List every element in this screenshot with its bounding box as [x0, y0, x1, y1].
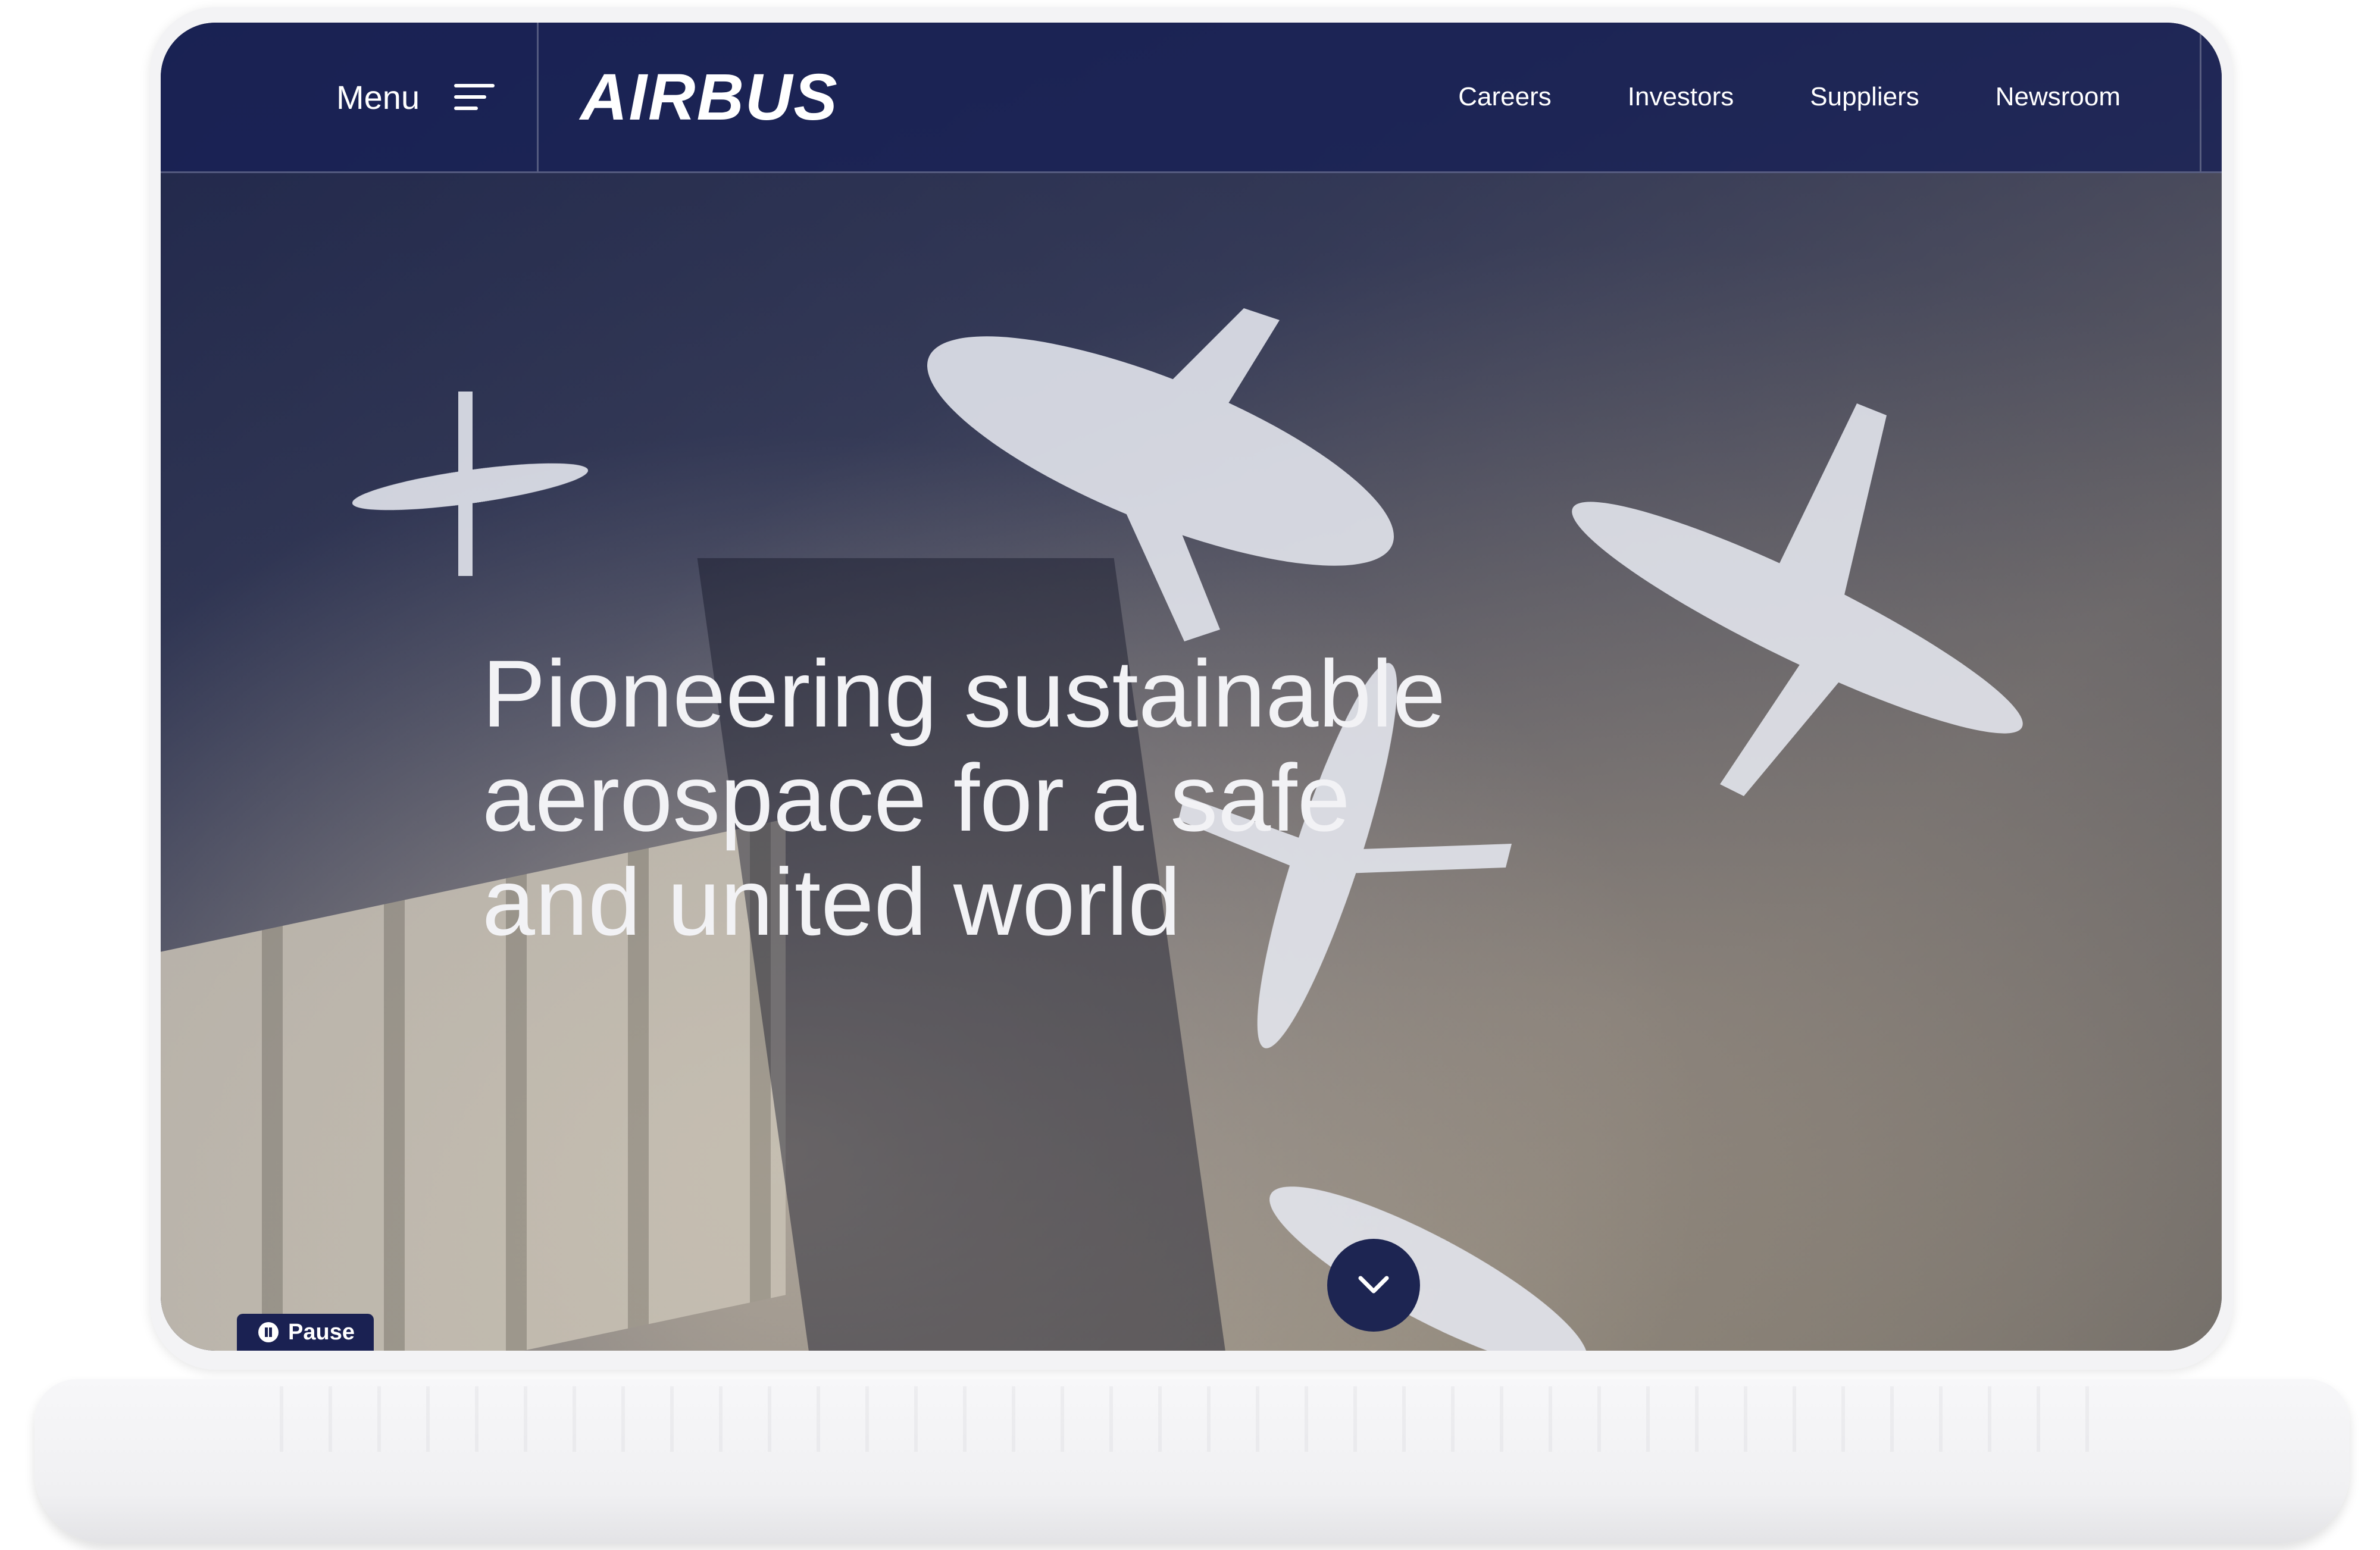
pause-label: Pause [288, 1319, 355, 1345]
nav-divider-right [2200, 23, 2201, 171]
top-navigation-bar: Menu AIRBUS Careers Investors Suppliers … [161, 23, 2222, 173]
hero-headline: Pioneering sustainable aerospace for a s… [482, 640, 1446, 955]
widebody-aircraft-right [1572, 403, 2023, 796]
nav-link-suppliers[interactable]: Suppliers [1810, 82, 1919, 112]
main-nav: Careers Investors Suppliers Newsroom [1458, 23, 2121, 171]
nav-link-careers[interactable]: Careers [1458, 82, 1552, 112]
menu-button[interactable]: Menu [336, 23, 495, 171]
scroll-down-button[interactable] [1327, 1239, 1420, 1332]
beluga-aircraft [927, 308, 1394, 641]
nav-divider [537, 23, 539, 171]
hamburger-icon [454, 80, 495, 114]
laptop-keyboard-texture [280, 1386, 2113, 1452]
pause-icon [258, 1322, 279, 1342]
video-pause-button[interactable]: Pause [237, 1314, 374, 1351]
airbus-logo[interactable]: AIRBUS [580, 23, 839, 171]
chevron-down-icon [1358, 1276, 1389, 1294]
browser-screen: Menu AIRBUS Careers Investors Suppliers … [161, 23, 2222, 1351]
nav-link-investors[interactable]: Investors [1628, 82, 1734, 112]
menu-label: Menu [336, 78, 420, 116]
turboprop-aircraft-left [352, 392, 589, 576]
aircraft-bottom [1269, 1186, 1587, 1351]
nav-link-newsroom[interactable]: Newsroom [1996, 82, 2121, 112]
